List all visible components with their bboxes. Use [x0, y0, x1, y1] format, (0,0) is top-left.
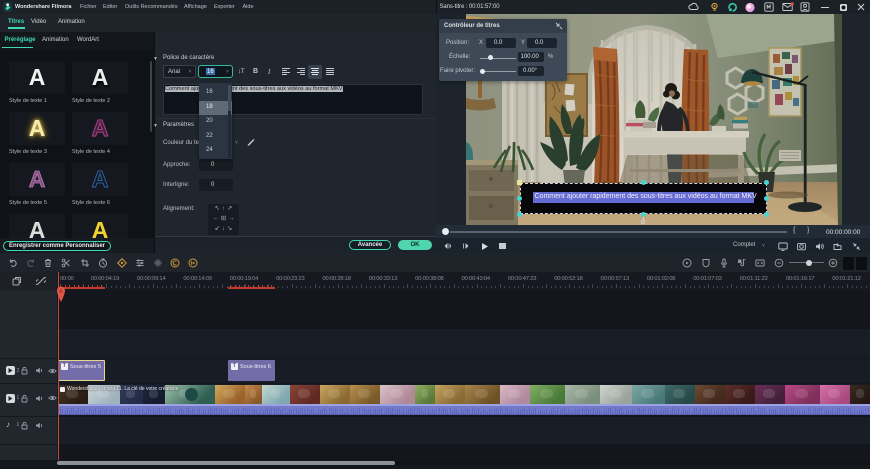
svg-text:6: 6: [59, 289, 62, 295]
